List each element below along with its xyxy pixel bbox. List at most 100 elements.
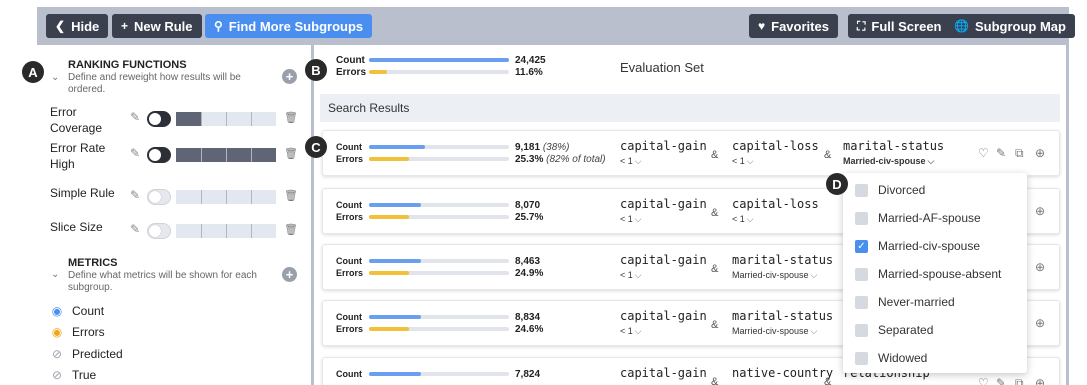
and-separator: & bbox=[711, 263, 719, 275]
chevron-down-icon: ⌵ bbox=[810, 270, 818, 280]
result-card[interactable] bbox=[322, 130, 1060, 176]
feature-value-select[interactable]: < 1 ⌵ bbox=[620, 156, 642, 167]
heart-outline-icon[interactable]: ♡ bbox=[978, 376, 989, 385]
checkbox[interactable]: ✓ bbox=[855, 239, 868, 253]
ranking-weight-slider[interactable] bbox=[176, 112, 276, 126]
feature-name: capital-loss bbox=[732, 139, 819, 153]
errors-bar-fill bbox=[369, 215, 409, 219]
checkbox[interactable] bbox=[855, 295, 868, 309]
checkbox[interactable] bbox=[855, 323, 868, 337]
full-screen-label: Full Screen bbox=[871, 18, 942, 34]
pencil-icon[interactable]: ✎ bbox=[130, 110, 140, 124]
chevron-down-icon[interactable]: ⌄ bbox=[51, 72, 59, 83]
eye-icon[interactable]: ◉ bbox=[50, 304, 64, 318]
dropdown-option[interactable]: Separated bbox=[855, 323, 933, 337]
feature-value-select[interactable]: < 1 ⌵ bbox=[732, 214, 754, 225]
feature-value-select[interactable]: < 1 ⌵ bbox=[620, 326, 642, 337]
ranking-weight-slider[interactable] bbox=[176, 148, 276, 162]
callout-d: D bbox=[826, 173, 848, 195]
copy-icon[interactable]: ⧉ bbox=[1015, 146, 1024, 161]
errors-value: 25.7% bbox=[515, 212, 543, 223]
ranking-toggle[interactable] bbox=[147, 223, 171, 239]
eye-off-icon[interactable]: ⊘ bbox=[50, 368, 64, 382]
count-bar-fill bbox=[369, 315, 421, 319]
trash-icon[interactable]: 🗑 bbox=[284, 189, 298, 202]
new-rule-button[interactable]: + New Rule bbox=[112, 14, 202, 38]
metric-item[interactable]: ⊘ Predicted bbox=[50, 347, 123, 361]
chevron-down-icon: ⌵ bbox=[634, 270, 642, 280]
errors-label: Errors bbox=[336, 154, 364, 164]
metrics-desc-line2: subgroup. bbox=[68, 282, 113, 293]
globe-icon[interactable]: ⊕ bbox=[1035, 316, 1045, 330]
favorites-button[interactable]: ♥ Favorites bbox=[749, 14, 838, 38]
ranking-toggle[interactable] bbox=[147, 147, 171, 163]
pencil-icon[interactable]: ✎ bbox=[996, 146, 1006, 160]
feature-value-select[interactable]: Married-civ-spouse ⌵ bbox=[732, 270, 817, 281]
copy-icon[interactable]: ⧉ bbox=[1015, 376, 1024, 385]
feature-value-select[interactable]: Married-civ-spouse ⌵ bbox=[843, 156, 934, 167]
and-separator: & bbox=[711, 319, 719, 331]
search-icon: ⚲ bbox=[214, 19, 223, 33]
pencil-icon[interactable]: ✎ bbox=[996, 376, 1006, 385]
trash-icon[interactable]: 🗑 bbox=[284, 147, 298, 160]
ranking-weight-slider[interactable] bbox=[176, 190, 276, 204]
feature-name: marital-status bbox=[732, 253, 834, 267]
errors-value: 25.3% (82% of total) bbox=[515, 154, 606, 165]
feature-value-select[interactable]: < 1 ⌵ bbox=[732, 156, 754, 167]
feature-value-select[interactable]: Married-civ-spouse ⌵ bbox=[732, 326, 817, 337]
and-separator: & bbox=[824, 376, 832, 385]
globe-icon[interactable]: ⊕ bbox=[1035, 146, 1045, 160]
metric-item[interactable]: ◉ Errors bbox=[50, 325, 105, 339]
slider-tick bbox=[201, 148, 202, 162]
metric-label: Errors bbox=[72, 325, 105, 339]
pencil-icon[interactable]: ✎ bbox=[130, 188, 140, 202]
feature-value: Married-civ-spouse bbox=[732, 326, 809, 336]
globe-icon[interactable]: ⊕ bbox=[1035, 376, 1045, 385]
ranking-toggle[interactable] bbox=[147, 189, 171, 205]
feature-value-select[interactable]: < 1 ⌵ bbox=[620, 214, 642, 225]
checkbox[interactable] bbox=[855, 211, 868, 225]
find-more-subgroups-button[interactable]: ⚲ Find More Subgroups bbox=[205, 14, 373, 38]
checkbox[interactable] bbox=[855, 267, 868, 281]
count-bar bbox=[369, 145, 509, 149]
ranking-toggle[interactable] bbox=[147, 111, 171, 127]
ranking-weight-slider[interactable] bbox=[176, 224, 276, 238]
globe-icon[interactable]: ⊕ bbox=[1035, 204, 1045, 218]
pencil-icon[interactable]: ✎ bbox=[130, 146, 140, 160]
eye-off-icon[interactable]: ⊘ bbox=[50, 347, 64, 361]
chevron-down-icon[interactable]: ⌄ bbox=[51, 269, 59, 280]
subgroup-map-button[interactable]: 🌐 Subgroup Map bbox=[945, 14, 1075, 38]
full-screen-button[interactable]: ⛶ Full Screen bbox=[848, 14, 951, 38]
dropdown-option[interactable]: Married-spouse-absent bbox=[855, 267, 1001, 281]
metrics-title: METRICS bbox=[68, 257, 118, 269]
option-label: Married-spouse-absent bbox=[878, 267, 1002, 281]
trash-icon[interactable]: 🗑 bbox=[284, 223, 298, 236]
count-value: 8,834 bbox=[515, 312, 540, 323]
metric-item[interactable]: ⊘ True bbox=[50, 368, 96, 382]
checkbox[interactable] bbox=[855, 183, 868, 197]
hide-button[interactable]: ❮ Hide bbox=[46, 14, 109, 38]
count-bar bbox=[369, 259, 509, 263]
dropdown-option[interactable]: Divorced bbox=[855, 183, 925, 197]
slider-tick bbox=[226, 190, 227, 204]
eye-icon[interactable]: ◉ bbox=[50, 325, 64, 339]
count-bar-fill bbox=[369, 145, 425, 149]
errors-bar bbox=[369, 157, 509, 161]
dropdown-option[interactable]: Widowed bbox=[855, 351, 927, 365]
checkbox[interactable] bbox=[855, 351, 868, 365]
dropdown-option[interactable]: Never-married bbox=[855, 295, 955, 309]
ranking-item-label-line1: Slice Size bbox=[50, 220, 103, 234]
metric-item[interactable]: ◉ Count bbox=[50, 304, 104, 318]
dropdown-option[interactable]: ✓ Married-civ-spouse bbox=[855, 239, 980, 253]
trash-icon[interactable]: 🗑 bbox=[284, 111, 298, 124]
pencil-icon[interactable]: ✎ bbox=[130, 222, 140, 236]
feature-value-select[interactable]: < 1 ⌵ bbox=[620, 270, 642, 281]
dropdown-option[interactable]: Married-AF-spouse bbox=[855, 211, 981, 225]
errors-bar bbox=[369, 327, 509, 331]
globe-icon[interactable]: ⊕ bbox=[1035, 260, 1045, 274]
add-ranking-function-button[interactable]: + bbox=[282, 69, 297, 84]
add-metric-button[interactable]: + bbox=[282, 267, 297, 282]
errors-number: 25.3% bbox=[515, 154, 544, 165]
eval-errors-label: Errors bbox=[336, 67, 367, 78]
heart-outline-icon[interactable]: ♡ bbox=[978, 146, 989, 160]
